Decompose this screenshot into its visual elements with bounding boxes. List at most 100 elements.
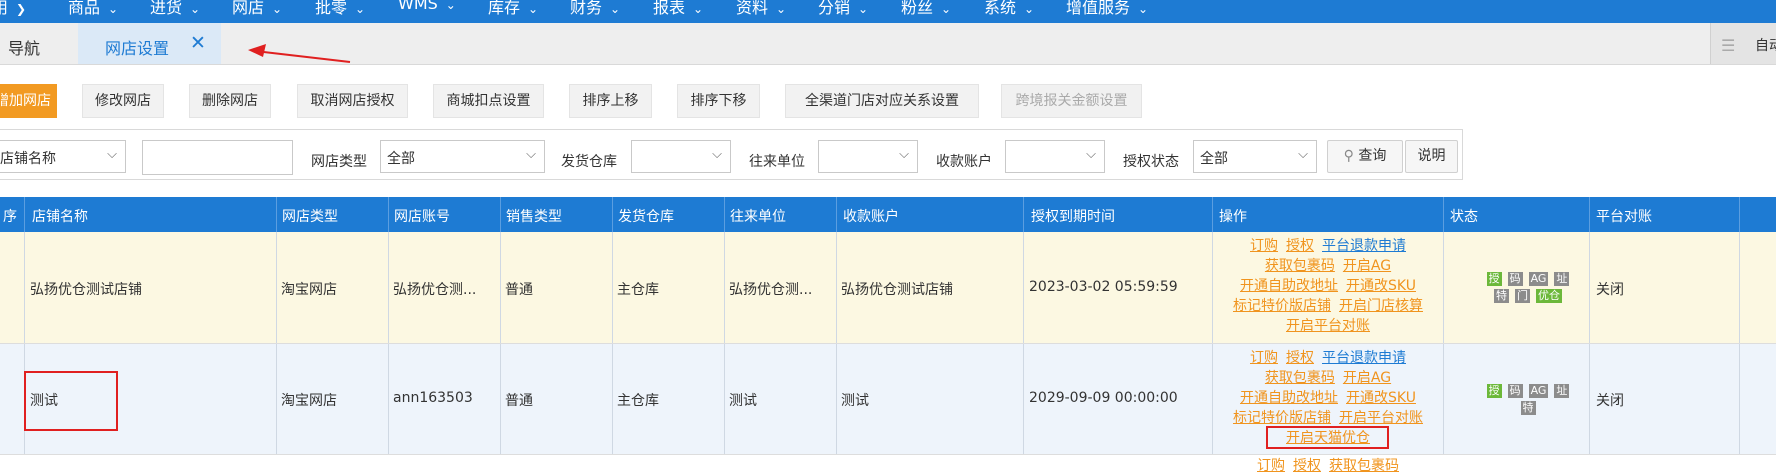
cell-account: 弘扬优仓测...: [393, 282, 477, 298]
col-auth-expiry: 授权到期时间: [1031, 209, 1115, 225]
status-badge: 门: [1515, 289, 1530, 303]
cell-payment-account: 弘扬优仓测试店铺: [841, 282, 953, 298]
col-shop-name: 店铺名称: [32, 209, 88, 225]
sku-change-link[interactable]: 开通改SKU: [1346, 390, 1416, 406]
authorize-link[interactable]: 授权: [1286, 350, 1314, 366]
order-link[interactable]: 订购: [1257, 458, 1285, 474]
platform-reconcile-link[interactable]: 开启平台对账: [1286, 318, 1370, 334]
col-payment-account: 收款账户: [843, 209, 899, 225]
help-button[interactable]: 说明: [1405, 140, 1458, 173]
query-button[interactable]: ⚲ 查询: [1327, 140, 1403, 173]
search-keyword-input[interactable]: [142, 140, 293, 175]
table-row[interactable]: 测试 淘宝网店 ann163503 普通 主仓库 测试 测试 2029-09-0…: [0, 344, 1776, 455]
mark-special-shop-link[interactable]: 标记特价版店铺: [1233, 298, 1331, 314]
cell-account: ann163503: [393, 390, 473, 406]
get-package-code-link[interactable]: 获取包裹码: [1265, 370, 1335, 386]
chevron-down-icon: ⌵: [526, 147, 536, 162]
status-badge: AG: [1528, 384, 1549, 398]
cell-sale-type: 普通: [505, 393, 533, 409]
chevron-down-icon: ⌵: [899, 147, 909, 162]
cell-auth-expiry: 2029-09-09 00:00:00: [1029, 390, 1178, 406]
authorize-link[interactable]: 授权: [1293, 458, 1321, 474]
platform-refund-link[interactable]: 平台退款申请: [1322, 238, 1406, 254]
col-account: 网店账号: [394, 209, 450, 225]
payment-account-select[interactable]: ⌵: [1005, 140, 1105, 173]
authorize-link[interactable]: 授权: [1286, 238, 1314, 254]
status-badge: AG: [1528, 272, 1549, 286]
col-status: 状态: [1450, 209, 1478, 225]
mall-commission-button[interactable]: 商城扣点设置: [433, 84, 544, 118]
move-down-button[interactable]: 排序下移: [677, 84, 760, 118]
chevron-down-icon: ⌵: [107, 147, 117, 162]
get-package-code-link[interactable]: 获取包裹码: [1265, 258, 1335, 274]
table-row[interactable]: 订购 授权 获取包裹码: [0, 455, 1776, 473]
store-accounting-link[interactable]: 开启门店核算: [1339, 298, 1423, 314]
cell-reconcile: 关闭: [1596, 282, 1624, 298]
auth-status-select[interactable]: 全部 ⌵: [1193, 140, 1317, 173]
row-actions: 订购 授权 获取包裹码: [1214, 459, 1442, 473]
warehouse-label: 发货仓库: [561, 154, 617, 170]
chevron-down-icon: ⌵: [1086, 147, 1096, 162]
table-header: 序 店铺名称 网店类型 网店账号 销售类型 发货仓库 往来单位 收款账户 授权到…: [0, 197, 1776, 232]
row-actions: 订购 授权 平台退款申请 获取包裹码 开启AG 开通自助改地址 开通改SKU 标记特价版…: [1214, 236, 1442, 336]
col-partner: 往来单位: [730, 209, 786, 225]
cancel-auth-button[interactable]: 取消网店授权: [297, 84, 408, 118]
partner-label: 往来单位: [749, 154, 805, 170]
edit-shop-button[interactable]: 修改网店: [82, 84, 164, 118]
move-up-button[interactable]: 排序上移: [569, 84, 652, 118]
shop-type-select[interactable]: 全部 ⌵: [380, 140, 545, 173]
enable-ag-link[interactable]: 开启AG: [1343, 370, 1391, 386]
self-address-change-link[interactable]: 开通自助改地址: [1240, 278, 1338, 294]
search-field-select[interactable]: 店铺名称 ⌵: [0, 140, 126, 173]
cell-payment-account: 测试: [841, 393, 869, 409]
status-badges: 授码 AG 址 特: [1465, 382, 1591, 416]
mark-special-shop-link[interactable]: 标记特价版店铺: [1233, 410, 1331, 426]
status-badge: 特: [1494, 289, 1509, 303]
cell-shop-type: 淘宝网店: [281, 393, 337, 409]
chevron-down-icon: ⌵: [1298, 147, 1308, 162]
order-link[interactable]: 订购: [1250, 350, 1278, 366]
status-badge: 特: [1520, 401, 1536, 415]
status-badge: 码: [1507, 384, 1523, 398]
status-badge: 址: [1554, 384, 1570, 398]
col-shop-type: 网店类型: [282, 209, 338, 225]
cell-auth-expiry: 2023-03-02 05:59:59: [1029, 279, 1178, 295]
status-badge: 授: [1486, 272, 1502, 286]
col-warehouse: 发货仓库: [618, 209, 674, 225]
annotation-box-tmall-youcang: [1266, 426, 1389, 449]
delete-shop-button[interactable]: 删除网店: [189, 84, 271, 118]
status-badge: 优仓: [1536, 289, 1562, 303]
auth-status-label: 授权状态: [1123, 154, 1179, 170]
chevron-down-icon: ⌵: [712, 147, 722, 162]
cell-partner: 测试: [729, 393, 757, 409]
omnichannel-mapping-button[interactable]: 全渠道门店对应关系设置: [785, 84, 979, 118]
get-package-code-link[interactable]: 获取包裹码: [1329, 458, 1399, 474]
partner-select[interactable]: ⌵: [818, 140, 918, 173]
cell-shop-name: 弘扬优仓测试店铺: [30, 282, 142, 298]
self-address-change-link[interactable]: 开通自助改地址: [1240, 390, 1338, 406]
platform-reconcile-link[interactable]: 开启平台对账: [1339, 410, 1423, 426]
cell-partner: 弘扬优仓测...: [729, 282, 813, 298]
enable-ag-link[interactable]: 开启AG: [1343, 258, 1391, 274]
col-reconcile: 平台对账: [1596, 209, 1652, 225]
add-shop-button[interactable]: 增加网店: [0, 84, 57, 118]
status-badge: 授: [1486, 384, 1502, 398]
status-badges: 授码 AG 址 特门优仓: [1465, 270, 1591, 304]
annotation-box-test-shop: [24, 371, 118, 431]
status-badge: 码: [1507, 272, 1523, 286]
order-link[interactable]: 订购: [1250, 238, 1278, 254]
cell-warehouse: 主仓库: [617, 282, 659, 298]
table-row[interactable]: 弘扬优仓测试店铺 淘宝网店 弘扬优仓测... 普通 主仓库 弘扬优仓测... 弘…: [0, 232, 1776, 344]
cross-border-amount-button: 跨境报关金额设置: [1001, 84, 1142, 118]
col-actions: 操作: [1219, 209, 1247, 225]
platform-refund-link[interactable]: 平台退款申请: [1322, 350, 1406, 366]
cell-shop-type: 淘宝网店: [281, 282, 337, 298]
cell-warehouse: 主仓库: [617, 393, 659, 409]
warehouse-select[interactable]: ⌵: [631, 140, 731, 173]
cell-reconcile: 关闭: [1596, 393, 1624, 409]
status-badge: 址: [1554, 272, 1570, 286]
col-index: 序: [3, 209, 17, 225]
col-sale-type: 销售类型: [506, 209, 562, 225]
shop-type-label: 网店类型: [311, 154, 367, 170]
sku-change-link[interactable]: 开通改SKU: [1346, 278, 1416, 294]
